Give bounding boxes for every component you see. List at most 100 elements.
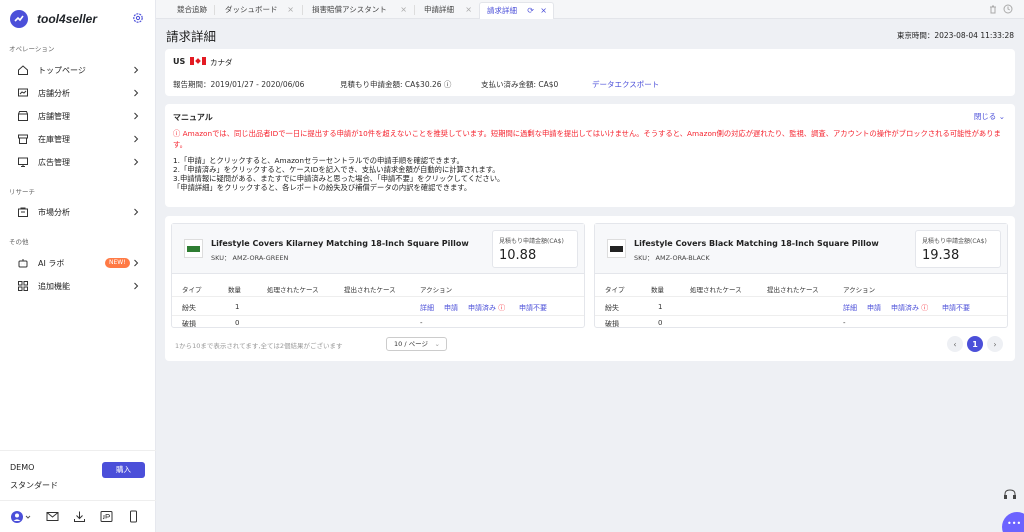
sidebar-item-market[interactable]: 市場分析 bbox=[0, 201, 156, 223]
tab-dashboard[interactable]: ダッシュボード × bbox=[218, 2, 300, 19]
prev-page-button[interactable]: ‹ bbox=[947, 336, 963, 352]
sidebar-item-label: 市場分析 bbox=[38, 207, 70, 217]
jp-region-icon[interactable] bbox=[100, 510, 113, 525]
sidebar-item-ads[interactable]: 広告管理 bbox=[0, 151, 156, 173]
chevron-right-icon bbox=[134, 89, 139, 97]
mobile-icon[interactable] bbox=[127, 510, 140, 525]
buy-button[interactable]: 購入 bbox=[102, 462, 145, 478]
sidebar-item-label: 追加機能 bbox=[38, 281, 70, 291]
apply-link[interactable]: 申請 bbox=[444, 303, 458, 313]
sidebar-item-inventory[interactable]: 在庫管理 bbox=[0, 128, 156, 150]
mail-icon[interactable] bbox=[46, 510, 59, 525]
user-avatar-icon[interactable] bbox=[10, 510, 32, 526]
page-number-button[interactable]: 1 bbox=[967, 336, 983, 352]
paid-amount: 支払い済み金額: CA$0 bbox=[481, 80, 559, 89]
new-badge: NEW! bbox=[105, 258, 130, 268]
not-required-link[interactable]: 申請不要 bbox=[942, 303, 970, 313]
country-name: カナダ bbox=[210, 58, 233, 67]
estimated-amount-text: 見積もり申請金額: CA$30.26 bbox=[340, 80, 442, 89]
bag-icon bbox=[18, 207, 28, 217]
info-icon[interactable]: ⓘ bbox=[444, 80, 452, 89]
chevron-right-icon bbox=[134, 208, 139, 216]
collapse-toggle[interactable]: 閉じる ⌄ bbox=[974, 111, 1005, 122]
next-page-button[interactable]: › bbox=[987, 336, 1003, 352]
sidebar-item-ai-lab[interactable]: AI ラボ NEW! bbox=[0, 252, 156, 274]
estimated-claim-box: 見積もり申請金額(CA$) 19.38 bbox=[915, 230, 1001, 268]
tab-competitor-tracking[interactable]: 競合追跡 bbox=[170, 2, 214, 19]
tab-label: 請求詳細 bbox=[487, 6, 517, 15]
chevron-right-icon bbox=[134, 66, 139, 74]
refresh-icon[interactable]: ⟳ bbox=[527, 3, 534, 19]
applied-link[interactable]: 申請済み ⓘ bbox=[891, 303, 928, 313]
product-thumbnail bbox=[607, 239, 626, 258]
not-required-link[interactable]: 申請不要 bbox=[519, 303, 547, 313]
data-export-link[interactable]: データエクスポート bbox=[592, 79, 659, 90]
chevron-right-icon bbox=[134, 135, 139, 143]
tab-claim-detail[interactable]: 請求詳細 ⟳ × bbox=[479, 2, 554, 19]
row-qty: 1 bbox=[658, 303, 663, 311]
product-claim-card: Lifestyle Covers Kilarney Matching 18-In… bbox=[171, 223, 585, 328]
estimated-amount: 見積もり申請金額: CA$30.26 ⓘ bbox=[340, 79, 451, 90]
column-header-processed: 処理されたケース bbox=[690, 286, 742, 294]
apply-link[interactable]: 申請 bbox=[867, 303, 881, 313]
tokyo-time: 東京時間：2023-08-04 11:33:28 bbox=[896, 31, 1014, 40]
trash-icon[interactable] bbox=[988, 4, 998, 16]
column-header-action: アクション bbox=[420, 286, 453, 294]
pagination-summary: 1から10まで表示されてます,全ては2個結果がございます bbox=[175, 342, 343, 350]
sidebar-item-label: トップページ bbox=[38, 65, 86, 75]
row-type: 紛失 bbox=[182, 304, 196, 312]
product-name[interactable]: Lifestyle Covers Kilarney Matching 18-In… bbox=[211, 239, 469, 248]
row-divider bbox=[595, 296, 1007, 297]
headset-support-icon[interactable] bbox=[1002, 487, 1018, 503]
page-size-select[interactable]: 10 / ページ ⌄ bbox=[386, 337, 447, 351]
row-qty: 1 bbox=[235, 303, 240, 311]
history-clock-icon[interactable] bbox=[1003, 4, 1013, 16]
column-header-processed: 処理されたケース bbox=[267, 286, 319, 294]
tab-label: ダッシュボード bbox=[225, 5, 278, 14]
sidebar-item-store-management[interactable]: 店舗管理 bbox=[0, 105, 156, 127]
chevron-right-icon bbox=[134, 259, 139, 267]
chevron-down-icon: ⌄ bbox=[434, 340, 440, 348]
chat-fab-button[interactable]: ••• bbox=[1002, 512, 1024, 532]
section-other: その他 bbox=[9, 238, 29, 246]
manual-step: 1.「申請」とクリックすると、Amazonセラーセントラルでの申請手順を確認でき… bbox=[173, 156, 464, 165]
product-name[interactable]: Lifestyle Covers Black Matching 18-Inch … bbox=[634, 239, 879, 248]
tab-label: 競合追跡 bbox=[177, 5, 207, 14]
row-qty: 0 bbox=[235, 319, 240, 327]
sidebar: tool4seller オペレーション トップページ 店舗分析 店舗管理 在庫管… bbox=[0, 0, 156, 532]
detail-link[interactable]: 詳細 bbox=[420, 303, 434, 313]
logo-icon bbox=[10, 10, 28, 28]
plan-name: DEMO bbox=[10, 463, 35, 472]
store-icon bbox=[18, 111, 28, 121]
row-action-empty: - bbox=[843, 319, 846, 327]
tab-divider bbox=[302, 5, 303, 15]
download-icon[interactable] bbox=[73, 510, 86, 525]
alert-icon: ⓘ bbox=[921, 304, 929, 312]
close-icon[interactable]: × bbox=[540, 3, 547, 19]
row-type: 破損 bbox=[605, 320, 619, 328]
box-icon bbox=[18, 134, 28, 144]
settings-gear-icon[interactable] bbox=[132, 12, 144, 26]
tab-application-detail[interactable]: 申請詳細 × bbox=[417, 2, 478, 19]
app-name: tool4seller bbox=[37, 12, 98, 26]
manual-step: 「申請詳細」をクリックすると、各レポートの紛失及び補償データの内訳を確認できます… bbox=[173, 183, 472, 192]
sidebar-item-label: 店舗管理 bbox=[38, 111, 70, 121]
chevron-right-icon bbox=[134, 158, 139, 166]
sidebar-item-top[interactable]: トップページ bbox=[0, 59, 156, 81]
plan-panel: DEMO スタンダード 購入 bbox=[0, 450, 156, 498]
tab-label: 申請詳細 bbox=[424, 5, 454, 14]
tab-damage-assistant[interactable]: 損害賠償アシスタント × bbox=[305, 2, 413, 19]
row-divider bbox=[172, 296, 584, 297]
sidebar-item-addons[interactable]: 追加機能 bbox=[0, 275, 156, 297]
sidebar-item-store-analysis[interactable]: 店舗分析 bbox=[0, 82, 156, 104]
detail-link[interactable]: 詳細 bbox=[843, 303, 857, 313]
close-icon[interactable]: × bbox=[287, 2, 294, 18]
app-logo[interactable]: tool4seller bbox=[10, 9, 150, 29]
applied-link[interactable]: 申請済み ⓘ bbox=[468, 303, 505, 313]
alert-icon: ⓘ bbox=[498, 304, 506, 312]
close-icon[interactable]: × bbox=[400, 2, 407, 18]
close-icon[interactable]: × bbox=[465, 2, 472, 18]
canada-flag-icon bbox=[190, 57, 206, 65]
chevron-up-icon: ⌄ bbox=[998, 112, 1005, 121]
amount-label: 見積もり申請金額(CA$) bbox=[922, 238, 987, 245]
